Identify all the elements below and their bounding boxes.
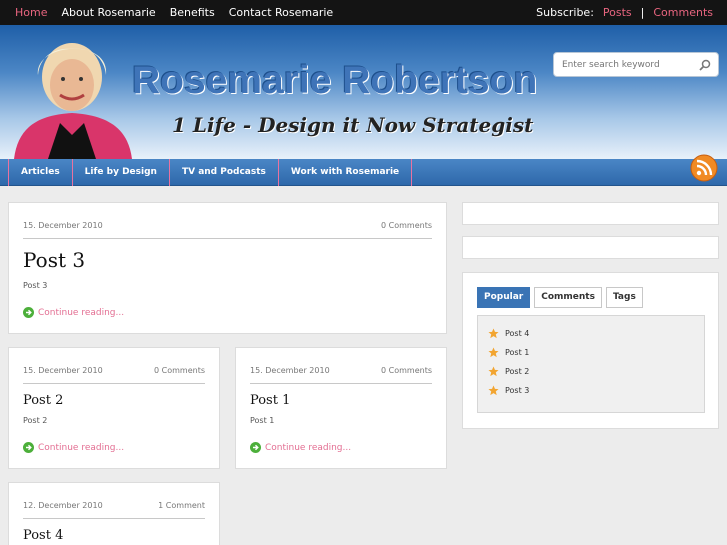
author-photo [14, 43, 132, 159]
continue-reading-link[interactable]: Continue reading... [23, 442, 124, 453]
star-icon [488, 347, 499, 358]
popular-post-item[interactable]: Post 4 [488, 328, 529, 339]
post-date: 15. December 2010 [23, 366, 103, 375]
post-date: 12. December 2010 [23, 501, 103, 510]
post-meta: 15. December 2010 0 Comments [250, 366, 432, 384]
tab-popular[interactable]: Popular [477, 287, 531, 308]
top-nav-benefits[interactable]: Benefits [163, 0, 222, 25]
top-nav-home[interactable]: Home [8, 0, 54, 25]
subscribe-links: Subscribe: Posts | Comments [536, 0, 713, 25]
post-excerpt: Post 3 [23, 281, 48, 290]
popular-post-title: Post 3 [505, 386, 530, 395]
top-nav-contact[interactable]: Contact Rosemarie [222, 0, 340, 25]
sidebar-widget-empty-2 [462, 236, 719, 259]
tab-comments[interactable]: Comments [534, 287, 602, 308]
popular-post-title: Post 2 [505, 367, 530, 376]
subscribe-label: Subscribe: [536, 6, 594, 19]
sidebar-widget-empty-1 [462, 202, 719, 225]
popular-post-title: Post 1 [505, 348, 530, 357]
main-nav-life-by-design[interactable]: Life by Design [71, 159, 169, 186]
post-title[interactable]: Post 4 [23, 528, 63, 543]
subscribe-posts-link[interactable]: Posts [603, 0, 632, 25]
main-nav-tv-podcasts[interactable]: TV and Podcasts [168, 159, 278, 186]
post-card: 15. December 2010 0 Comments Post 1 Post… [235, 347, 447, 469]
arrow-right-circle-icon [250, 442, 261, 453]
search-box [553, 52, 719, 77]
continue-reading-link[interactable]: Continue reading... [23, 307, 124, 318]
continue-reading-label: Continue reading... [265, 442, 352, 453]
popular-post-item[interactable]: Post 2 [488, 366, 529, 377]
popular-post-item[interactable]: Post 3 [488, 385, 529, 396]
subscribe-separator: | [640, 6, 645, 19]
arrow-right-circle-icon [23, 307, 34, 318]
post-comments-link[interactable]: 0 Comments [381, 221, 432, 230]
top-nav: Home About Rosemarie Benefits Contact Ro… [8, 0, 340, 25]
top-bar: Home About Rosemarie Benefits Contact Ro… [0, 0, 727, 25]
post-meta: 15. December 2010 0 Comments [23, 366, 205, 384]
main-nav-items: Articles Life by Design TV and Podcasts … [8, 159, 413, 186]
post-excerpt: Post 1 [250, 416, 275, 425]
star-icon [488, 385, 499, 396]
continue-reading-label: Continue reading... [38, 307, 125, 318]
main-nav: Articles Life by Design TV and Podcasts … [0, 159, 727, 186]
tab-tags[interactable]: Tags [605, 287, 643, 308]
continue-reading-link[interactable]: Continue reading... [250, 442, 351, 453]
site-header: Rosemarie Robertson 1 Life - Design it N… [0, 25, 727, 159]
post-card: 12. December 2010 1 Comment Post 4 [8, 482, 220, 545]
search-input[interactable] [562, 57, 692, 73]
star-icon [488, 328, 499, 339]
sidebar-tabs-widget: Popular Comments Tags Post 4 Post 1 Post… [462, 272, 719, 429]
star-icon [488, 366, 499, 377]
sidebar-tabs: Popular Comments Tags [477, 287, 647, 308]
continue-reading-label: Continue reading... [38, 442, 125, 453]
post-date: 15. December 2010 [23, 221, 103, 230]
subscribe-comments-link[interactable]: Comments [653, 0, 713, 25]
popular-post-item[interactable]: Post 1 [488, 347, 529, 358]
popular-posts-panel: Post 4 Post 1 Post 2 Post 3 [477, 315, 705, 413]
main-nav-work-with[interactable]: Work with Rosemarie [277, 159, 413, 186]
popular-post-title: Post 4 [505, 329, 530, 338]
rss-icon[interactable] [690, 154, 718, 182]
site-tagline: 1 Life - Design it Now Strategist [172, 113, 534, 137]
post-card: 15. December 2010 0 Comments Post 2 Post… [8, 347, 220, 469]
search-icon[interactable] [698, 58, 712, 72]
post-excerpt: Post 2 [23, 416, 48, 425]
arrow-right-circle-icon [23, 442, 34, 453]
site-title[interactable]: Rosemarie Robertson [132, 59, 537, 103]
main-nav-articles[interactable]: Articles [8, 159, 72, 186]
post-date: 15. December 2010 [250, 366, 330, 375]
post-meta: 12. December 2010 1 Comment [23, 501, 205, 519]
post-title[interactable]: Post 2 [23, 393, 63, 408]
post-card: 15. December 2010 0 Comments Post 3 Post… [8, 202, 447, 334]
post-comments-link[interactable]: 1 Comment [158, 501, 205, 510]
post-title[interactable]: Post 3 [23, 248, 85, 272]
post-meta: 15. December 2010 0 Comments [23, 221, 432, 239]
post-title[interactable]: Post 1 [250, 393, 290, 408]
post-comments-link[interactable]: 0 Comments [381, 366, 432, 375]
post-comments-link[interactable]: 0 Comments [154, 366, 205, 375]
top-nav-about[interactable]: About Rosemarie [54, 0, 162, 25]
